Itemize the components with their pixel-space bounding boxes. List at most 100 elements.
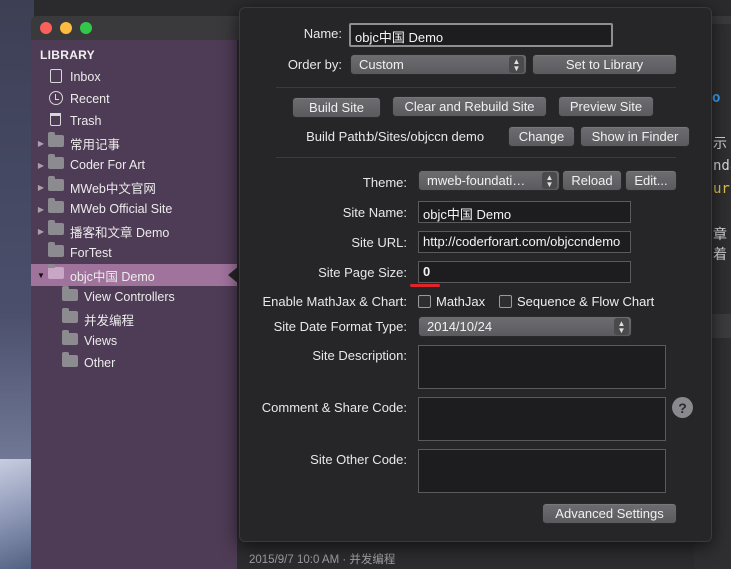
note-status-line: 2015/9/7 10:0 AM · 并发编程 <box>249 554 396 566</box>
sequence-flow-checkbox[interactable]: Sequence & Flow Chart <box>499 294 654 309</box>
folder-icon <box>48 154 64 169</box>
build-path-value: …b/Sites/objccn demo <box>354 129 485 144</box>
folder-icon <box>62 330 78 345</box>
minimize-window-button[interactable] <box>60 22 72 34</box>
sidebar-item-label: MWeb中文官网 <box>70 181 156 196</box>
sidebar-item-podcast-demo[interactable]: ▶ 播客和文章 Demo <box>31 220 237 242</box>
site-other-code-label: Site Other Code: <box>310 452 407 467</box>
date-format-select[interactable]: 2014/10/24 ▲ ▼ <box>418 316 632 337</box>
site-name-field[interactable]: objc中国 Demo <box>418 201 631 223</box>
date-format-label: Site Date Format Type: <box>273 319 407 334</box>
site-settings-popover: Name: objc中国 Demo Order by: Custom ▲ ▼ Se… <box>239 7 712 542</box>
disclosure-triangle-icon[interactable]: ▶ <box>36 227 46 236</box>
editor-text-fragment: 章着 <box>713 227 727 263</box>
advanced-settings-button[interactable]: Advanced Settings <box>542 503 677 524</box>
preview-site-button[interactable]: Preview Site <box>558 96 654 117</box>
site-description-textarea[interactable] <box>418 345 666 389</box>
comment-share-label: Comment & Share Code: <box>261 400 407 415</box>
order-by-select[interactable]: Custom ▲ ▼ <box>350 54 527 75</box>
sidebar-item-label: objc中国 Demo <box>70 269 155 284</box>
sidebar-item-mweb-cn[interactable]: ▶ MWeb中文官网 <box>31 176 237 198</box>
sidebar-item-label: 并发编程 <box>84 313 135 328</box>
clock-icon <box>49 91 63 105</box>
separator <box>276 157 676 158</box>
reload-theme-button[interactable]: Reload <box>562 170 622 191</box>
editor-text-fragment: o <box>712 90 721 106</box>
disclosure-triangle-icon[interactable]: ▶ <box>36 205 46 214</box>
comment-share-textarea[interactable] <box>418 397 666 441</box>
site-name-label: Site Name: <box>342 205 407 220</box>
sidebar-item-label: Other <box>84 356 116 370</box>
sidebar-item-label: Recent <box>70 92 110 106</box>
site-url-label: Site URL: <box>351 235 407 250</box>
close-window-button[interactable] <box>40 22 52 34</box>
mathjax-label: Enable MathJax & Chart: <box>262 294 407 309</box>
folder-icon <box>48 198 64 213</box>
folder-icon <box>48 176 64 191</box>
page-size-label: Site Page Size: <box>318 265 407 280</box>
disclosure-triangle-icon[interactable]: ▶ <box>36 139 46 148</box>
set-to-library-button[interactable]: Set to Library <box>532 54 677 75</box>
sidebar-item-other[interactable]: Other <box>31 352 237 374</box>
editor-text-fragment: 示 <box>713 136 727 152</box>
mountain-wallpaper <box>0 459 34 569</box>
disclosure-triangle-icon[interactable]: ▼ <box>36 271 46 280</box>
name-field[interactable]: objc中国 Demo <box>349 23 613 47</box>
order-by-value: Custom <box>359 57 404 72</box>
sidebar-item-label: Trash <box>70 114 102 128</box>
sidebar-item-view-controllers[interactable]: View Controllers <box>31 286 237 308</box>
sidebar-item-label: Inbox <box>70 70 101 84</box>
sidebar-item-views[interactable]: Views <box>31 330 237 352</box>
stepper-arrows-icon: ▲ ▼ <box>614 318 629 335</box>
show-in-finder-button[interactable]: Show in Finder <box>580 126 690 147</box>
checkbox-box <box>499 295 512 308</box>
folder-icon <box>48 220 64 235</box>
theme-label: Theme: <box>362 175 407 190</box>
edit-theme-button[interactable]: Edit... <box>625 170 677 191</box>
change-path-button[interactable]: Change <box>508 126 575 147</box>
folder-icon <box>62 308 78 323</box>
sidebar-item-label: 播客和文章 Demo <box>70 225 170 240</box>
disclosure-triangle-icon[interactable]: ▶ <box>36 161 46 170</box>
library-sidebar: LIBRARY Inbox Recent Trash ▶ 常用记事 ▶ Code… <box>31 40 237 569</box>
help-icon[interactable]: ? <box>672 397 693 418</box>
inbox-icon <box>50 69 62 83</box>
site-description-label: Site Description: <box>312 348 407 363</box>
sidebar-item-notes[interactable]: ▶ 常用记事 <box>31 132 237 154</box>
checkbox-label: MathJax <box>436 294 486 309</box>
popover-arrow <box>228 266 239 284</box>
desktop-wallpaper <box>0 0 34 569</box>
sidebar-item-trash[interactable]: Trash <box>31 110 237 132</box>
sidebar-item-inbox[interactable]: Inbox <box>31 66 237 88</box>
folder-icon <box>48 132 64 147</box>
sidebar-item-mweb-official[interactable]: ▶ MWeb Official Site <box>31 198 237 220</box>
sidebar-item-fortest[interactable]: ForTest <box>31 242 237 264</box>
sidebar-item-label: Coder For Art <box>70 158 146 172</box>
sidebar-item-label: Views <box>84 334 118 348</box>
sidebar-item-label: View Controllers <box>84 290 175 304</box>
clear-rebuild-button[interactable]: Clear and Rebuild Site <box>392 96 547 117</box>
separator <box>276 87 676 88</box>
sidebar-item-objc-demo[interactable]: ▼ objc中国 Demo <box>31 264 237 286</box>
zoom-window-button[interactable] <box>80 22 92 34</box>
name-label: Name: <box>303 26 342 41</box>
sidebar-item-concurrency[interactable]: 并发编程 <box>31 308 237 330</box>
site-other-code-textarea[interactable] <box>418 449 666 493</box>
sidebar-item-label: 常用记事 <box>70 137 121 152</box>
sidebar-item-recent[interactable]: Recent <box>31 88 237 110</box>
folder-icon <box>62 352 78 367</box>
stepper-arrows-icon: ▲ ▼ <box>542 172 557 189</box>
build-site-button[interactable]: Build Site <box>292 97 381 118</box>
editor-text-fragment: ur <box>713 181 730 197</box>
site-url-field[interactable]: http://coderforart.com/objccndemo <box>418 231 631 253</box>
order-by-label: Order by: <box>287 57 342 72</box>
theme-select[interactable]: mweb-foundati… ▲ ▼ <box>418 170 560 191</box>
editor-text-fragment: nda <box>713 158 731 174</box>
page-size-field[interactable]: 0 <box>418 261 631 283</box>
library-header: LIBRARY <box>40 48 95 62</box>
disclosure-triangle-icon[interactable]: ▶ <box>36 183 46 192</box>
sidebar-item-label: ForTest <box>70 246 112 260</box>
sidebar-item-coder-for-art[interactable]: ▶ Coder For Art <box>31 154 237 176</box>
mathjax-checkbox[interactable]: MathJax <box>418 294 485 309</box>
sidebar-item-label: MWeb Official Site <box>70 202 173 216</box>
